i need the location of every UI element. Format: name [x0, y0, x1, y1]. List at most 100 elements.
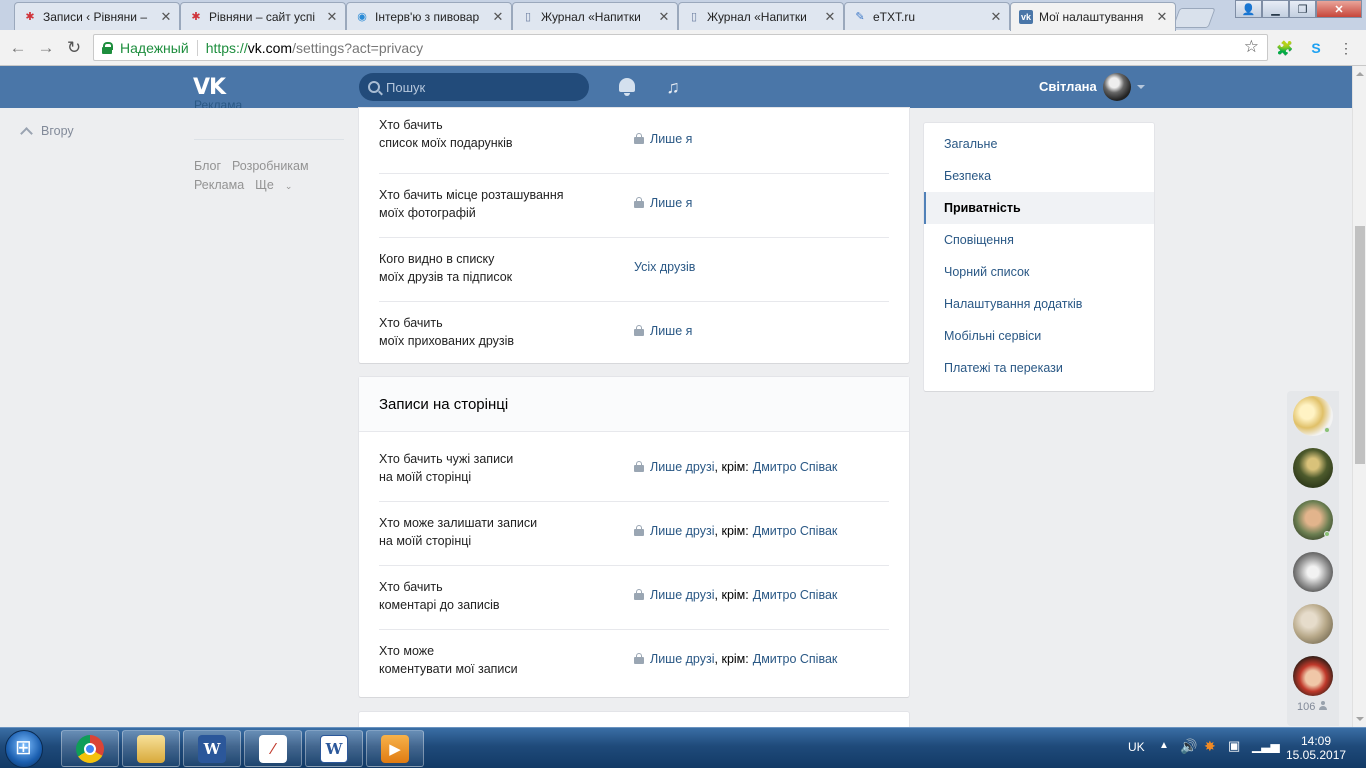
- privacy-value[interactable]: Лише друзі: [650, 460, 715, 474]
- taskbar-explorer-button[interactable]: [122, 730, 180, 767]
- ads-link[interactable]: Реклама: [194, 178, 244, 192]
- browser-tab-active[interactable]: vk Мої налаштування ✕: [1010, 2, 1176, 31]
- device-icon[interactable]: ▣: [1228, 738, 1240, 754]
- maximize-button[interactable]: ❐: [1289, 0, 1316, 18]
- volume-icon[interactable]: 🔊: [1180, 738, 1197, 755]
- extension-icon[interactable]: 🧩: [1275, 38, 1295, 58]
- privacy-value[interactable]: Лише друзі: [650, 652, 715, 666]
- privacy-dropdown[interactable]: Лише я: [634, 132, 692, 146]
- scroll-to-top-button[interactable]: Вгору: [18, 124, 74, 140]
- divider: [194, 139, 344, 140]
- menu-dots-icon[interactable]: ⋮: [1336, 38, 1356, 58]
- privacy-dropdown[interactable]: Лише друзі, крім: Дмитро Співак: [634, 588, 837, 602]
- taskbar-chrome-button[interactable]: [61, 730, 119, 767]
- privacy-dropdown[interactable]: Лише я: [634, 324, 692, 338]
- privacy-value[interactable]: Лише я: [650, 196, 692, 210]
- close-window-button[interactable]: ✕: [1316, 0, 1362, 18]
- close-tab-icon[interactable]: ✕: [657, 9, 671, 25]
- bookmark-star-icon[interactable]: ☆: [1244, 37, 1259, 57]
- taskbar-word-button-2[interactable]: W: [305, 730, 363, 767]
- user-name[interactable]: Світлана: [1039, 79, 1097, 94]
- privacy-dropdown[interactable]: Лише я: [634, 196, 692, 210]
- reload-button[interactable]: ↻: [64, 38, 84, 58]
- nav-item-privacy[interactable]: Приватність: [924, 192, 1154, 224]
- browser-tab[interactable]: ◉ Інтерв'ю з пивовар ✕: [346, 2, 512, 30]
- notifications-bell-icon[interactable]: [619, 78, 635, 96]
- privacy-dropdown[interactable]: Лише друзі, крім: Дмитро Співак: [634, 460, 837, 474]
- secure-lock-icon: [102, 41, 113, 54]
- nav-item-notifications[interactable]: Сповіщення: [924, 224, 1154, 256]
- taskbar-word-button[interactable]: W: [183, 730, 241, 767]
- scroll-up-arrow-icon[interactable]: [1356, 72, 1364, 76]
- taskbar-media-player-button[interactable]: ▶: [366, 730, 424, 767]
- nav-item-payments[interactable]: Платежі та перекази: [924, 352, 1154, 384]
- address-bar[interactable]: Надежный https:// vk.com /settings?act=p…: [93, 34, 1268, 61]
- nav-item-blacklist[interactable]: Чорний список: [924, 256, 1154, 288]
- close-tab-icon[interactable]: ✕: [1155, 9, 1169, 25]
- vk-logo[interactable]: VK: [193, 75, 226, 100]
- taskbar-pdf-button[interactable]: ⁄: [244, 730, 302, 767]
- system-clock[interactable]: 14:09 15.05.2017: [1286, 734, 1346, 762]
- more-link[interactable]: Ще: [255, 178, 274, 192]
- avatar[interactable]: [1293, 604, 1333, 644]
- nav-item-app-settings[interactable]: Налаштування додатків: [924, 288, 1154, 320]
- search-box[interactable]: [359, 73, 589, 101]
- start-button[interactable]: [5, 730, 43, 768]
- forward-button[interactable]: →: [36, 38, 56, 58]
- page-scrollbar[interactable]: [1352, 66, 1366, 727]
- browser-tab[interactable]: ✱ Записи ‹ Рівняни – ✕: [14, 2, 180, 30]
- close-tab-icon[interactable]: ✕: [159, 9, 173, 25]
- browser-tab[interactable]: ▯ Журнал «Напитки ✕: [678, 2, 844, 30]
- privacy-dropdown[interactable]: Усіх друзів: [634, 260, 695, 274]
- avatar[interactable]: [1293, 448, 1333, 488]
- chevron-down-icon[interactable]: [1137, 85, 1145, 89]
- close-tab-icon[interactable]: ✕: [491, 9, 505, 25]
- nav-item-security[interactable]: Безпека: [924, 160, 1154, 192]
- privacy-value[interactable]: Лише друзі: [650, 524, 715, 538]
- browser-tab[interactable]: ✎ eTXT.ru ✕: [844, 2, 1010, 30]
- except-person-link[interactable]: Дмитро Співак: [753, 524, 838, 538]
- except-person-link[interactable]: Дмитро Співак: [753, 652, 838, 666]
- ads-link-partial[interactable]: Реклама: [194, 98, 344, 108]
- close-tab-icon[interactable]: ✕: [823, 9, 837, 25]
- music-note-icon[interactable]: ♫: [662, 76, 684, 98]
- blog-link[interactable]: Блог: [194, 159, 221, 173]
- privacy-value[interactable]: Лише я: [650, 132, 692, 146]
- privacy-dropdown[interactable]: Лише друзі, крім: Дмитро Співак: [634, 652, 837, 666]
- browser-tab[interactable]: ▯ Журнал «Напитки ✕: [512, 2, 678, 30]
- nav-item-general[interactable]: Загальне: [924, 128, 1154, 160]
- friends-count[interactable]: 106: [1297, 701, 1328, 713]
- network-signal-icon[interactable]: ▁▃▅: [1252, 739, 1280, 753]
- except-person-link[interactable]: Дмитро Співак: [753, 460, 838, 474]
- tray-expand-icon[interactable]: ▲: [1159, 740, 1169, 751]
- developers-link[interactable]: Розробникам: [232, 159, 309, 173]
- close-tab-icon[interactable]: ✕: [989, 9, 1003, 25]
- privacy-value[interactable]: Усіх друзів: [634, 260, 695, 274]
- except-person-link[interactable]: Дмитро Співак: [753, 588, 838, 602]
- privacy-value[interactable]: Лише я: [650, 324, 692, 338]
- lock-icon: [634, 589, 644, 600]
- scroll-down-arrow-icon[interactable]: [1356, 717, 1364, 721]
- close-tab-icon[interactable]: ✕: [325, 9, 339, 25]
- person-icon: [1319, 701, 1328, 710]
- keyboard-language[interactable]: UK: [1128, 740, 1145, 754]
- privacy-value[interactable]: Лише друзі: [650, 588, 715, 602]
- back-button[interactable]: ←: [8, 38, 28, 58]
- avatar[interactable]: [1293, 396, 1333, 436]
- new-tab-button[interactable]: [1172, 8, 1216, 28]
- privacy-row: Хто бачить чужі записи на моїй сторінці Л…: [379, 432, 889, 502]
- avatar[interactable]: [1293, 552, 1333, 592]
- avast-icon[interactable]: ✸: [1204, 738, 1216, 755]
- nav-item-mobile-services[interactable]: Мобільні сервіси: [924, 320, 1154, 352]
- scrollbar-thumb[interactable]: [1355, 226, 1365, 464]
- search-input[interactable]: [386, 79, 576, 95]
- privacy-dropdown[interactable]: Лише друзі, крім: Дмитро Співак: [634, 524, 837, 538]
- minimize-button[interactable]: ▁: [1262, 0, 1289, 18]
- skype-extension-icon[interactable]: S: [1306, 38, 1326, 58]
- avatar[interactable]: [1293, 500, 1333, 540]
- browser-tab[interactable]: ✱ Рівняни – сайт успі ✕: [180, 2, 346, 30]
- avatar[interactable]: [1103, 73, 1131, 101]
- url-protocol: https://: [205, 39, 248, 56]
- user-profile-icon[interactable]: 👤: [1235, 0, 1262, 18]
- avatar[interactable]: [1293, 656, 1333, 696]
